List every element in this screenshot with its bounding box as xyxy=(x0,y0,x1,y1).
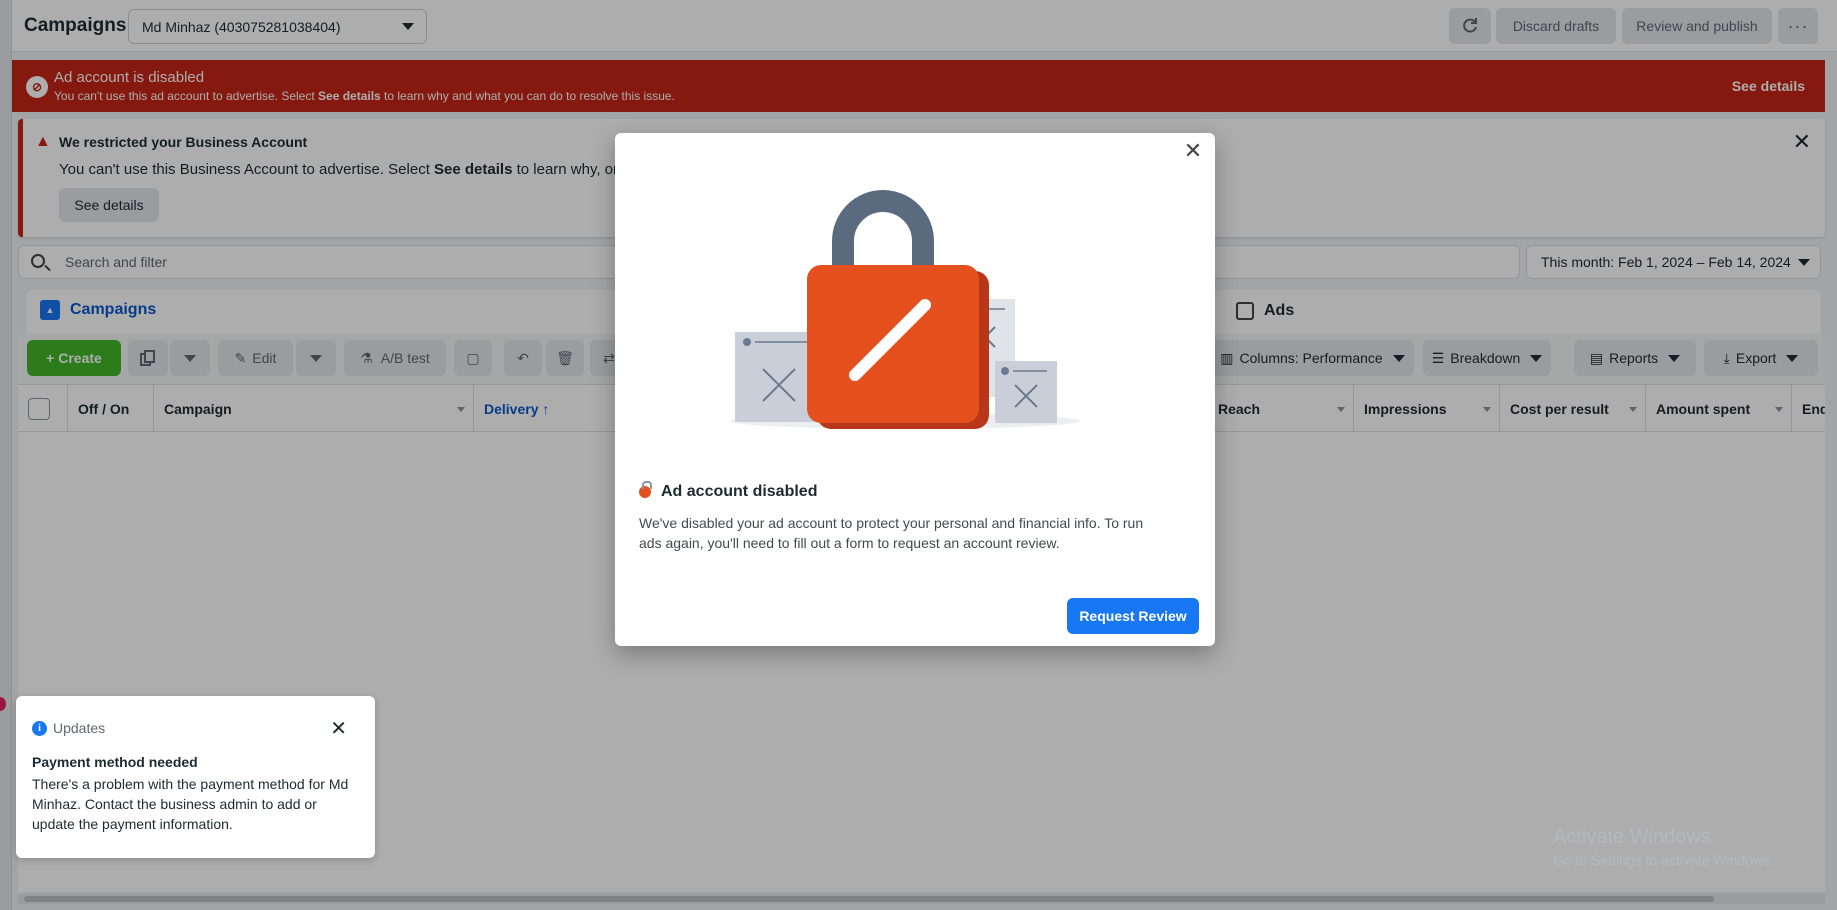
close-icon[interactable]: ✕ xyxy=(1181,138,1205,163)
updates-panel: i Updates ✕ Payment method needed There'… xyxy=(16,696,375,858)
padlock-illustration xyxy=(730,190,1080,429)
updates-header: i Updates xyxy=(32,720,359,736)
request-review-button[interactable]: Request Review xyxy=(1067,598,1199,634)
watermark-line-2: Go to Settings to activate Windows. xyxy=(1553,852,1774,868)
windows-activation-watermark: Activate Windows Go to Settings to activ… xyxy=(1553,826,1774,868)
updates-title: Payment method needed xyxy=(32,754,198,770)
lock-icon xyxy=(639,481,652,498)
close-icon[interactable]: ✕ xyxy=(330,716,347,741)
dialog-title: Ad account disabled xyxy=(639,481,817,501)
ad-account-disabled-dialog: ✕ Ad account disabled We've disabled you… xyxy=(615,133,1215,646)
info-icon: i xyxy=(32,720,47,736)
watermark-line-1: Activate Windows xyxy=(1553,826,1711,848)
updates-header-label: Updates xyxy=(53,720,106,736)
updates-body: There's a problem with the payment metho… xyxy=(32,776,349,832)
dialog-body: We've disabled your ad account to protec… xyxy=(639,515,1144,551)
